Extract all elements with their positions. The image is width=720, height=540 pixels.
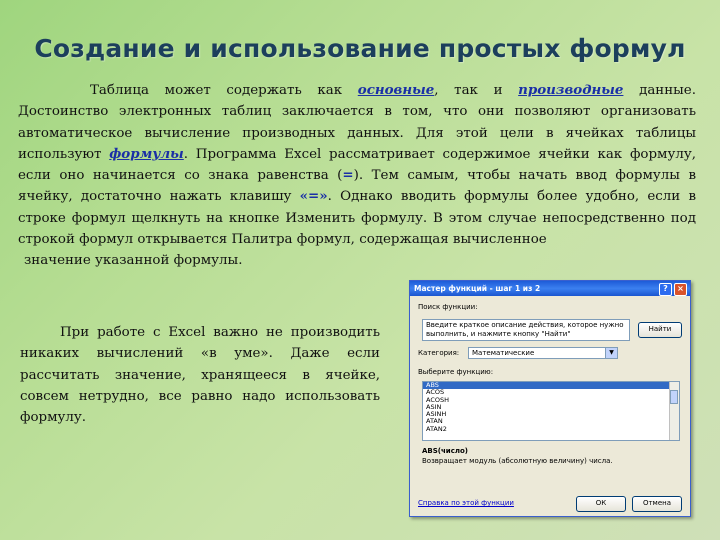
cancel-button[interactable]: Отмена (632, 496, 682, 512)
scrollbar[interactable] (669, 382, 679, 440)
text-segment: Таблица может содержать как (90, 83, 358, 98)
paragraph-excel-note: При работе с Excel важно не производить … (20, 325, 380, 426)
ok-button[interactable]: ОК (576, 496, 626, 512)
text-segment-tail: значение указанной формулы. (24, 253, 243, 269)
scrollbar-thumb[interactable] (670, 390, 678, 404)
function-list[interactable]: ABS ACOS ACOSH ASIN ASINH ATAN ATAN2 (422, 381, 680, 441)
help-icon[interactable]: ? (659, 283, 672, 296)
close-icon[interactable]: × (674, 283, 687, 296)
search-label: Поиск функции: (418, 303, 478, 311)
function-list-item[interactable]: ATAN (423, 418, 679, 426)
function-list-item[interactable]: ASIN (423, 403, 679, 411)
function-wizard-dialog: Мастер функций - шаг 1 из 2 ? × Поиск фу… (409, 280, 691, 517)
help-link[interactable]: Справка по этой функции (418, 499, 514, 507)
term-derived: производные (518, 82, 624, 98)
function-description: Возвращает модуль (абсолютную величину) … (422, 457, 613, 465)
function-signature: ABS(число) (422, 447, 468, 455)
term-formulas: формулы (109, 145, 184, 162)
category-value: Математические (472, 349, 535, 357)
function-list-item[interactable]: ABS (423, 382, 679, 390)
term-basic: основные (357, 82, 435, 98)
category-label: Категория: (418, 349, 460, 357)
equals-sign: = (342, 167, 354, 184)
page-title: Создание и использование простых формул (34, 34, 686, 63)
dialog-titlebar[interactable]: Мастер функций - шаг 1 из 2 ? × (410, 281, 690, 296)
function-list-item[interactable]: ACOSH (423, 396, 679, 404)
dialog-title: Мастер функций - шаг 1 из 2 (414, 284, 541, 293)
function-list-item[interactable]: ASINH (423, 410, 679, 418)
category-select[interactable]: Математические ▼ (468, 347, 618, 359)
select-function-label: Выберите функцию: (418, 368, 494, 376)
find-button[interactable]: Найти (638, 322, 682, 338)
search-input[interactable]: Введите краткое описание действия, котор… (422, 319, 630, 341)
equals-key: «=» (299, 188, 328, 205)
paragraph-intro: Таблица может содержать как основные, та… (18, 80, 696, 272)
chevron-down-icon[interactable]: ▼ (605, 348, 617, 358)
text-segment: , так и (434, 83, 519, 98)
function-list-item[interactable]: ATAN2 (423, 425, 679, 433)
function-list-item[interactable]: ACOS (423, 388, 679, 396)
